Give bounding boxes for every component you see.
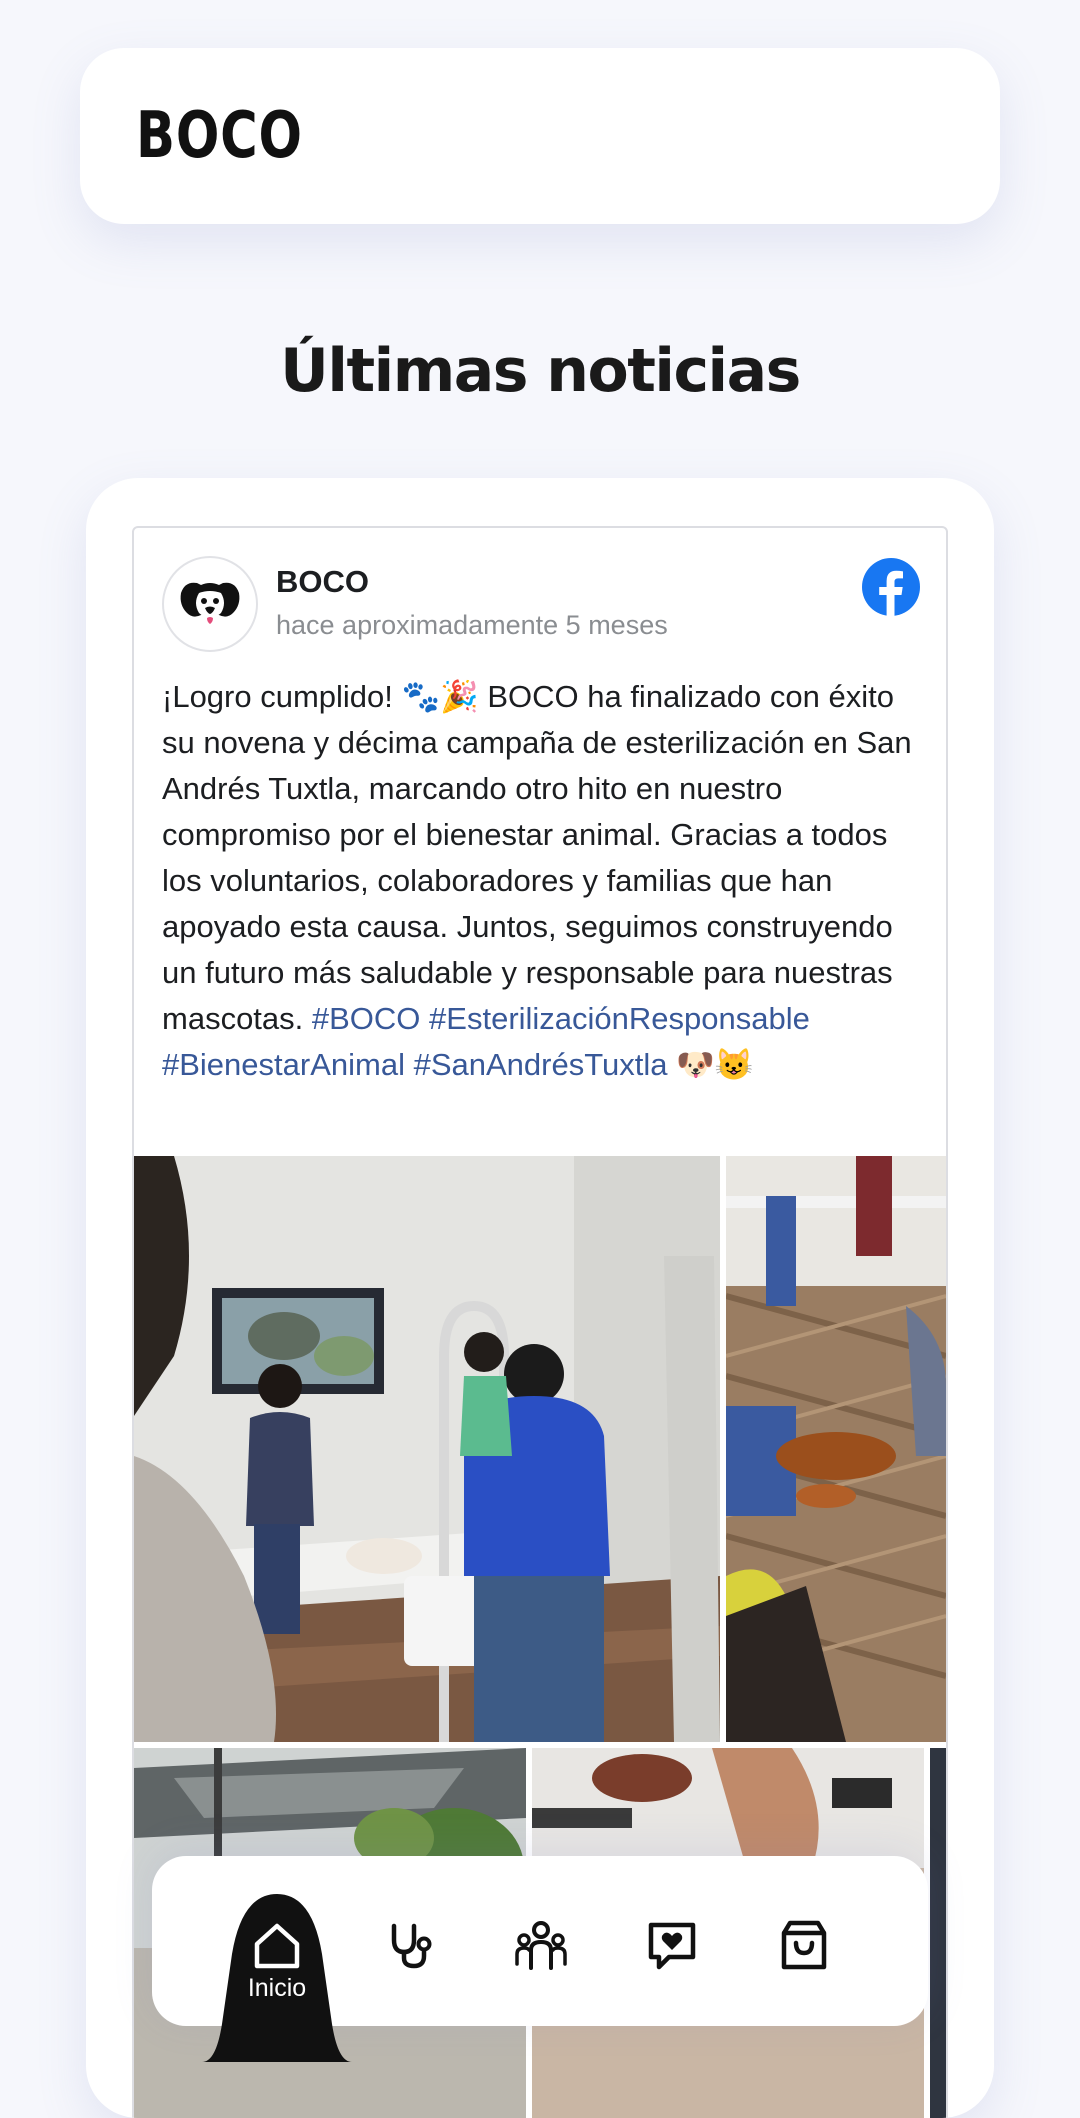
dog-logo-icon: [180, 582, 240, 624]
section-title: Últimas noticias: [280, 336, 801, 406]
hashtag-link[interactable]: #SanAndrésTuxtla: [414, 1047, 668, 1082]
post-emoji: 🐶😺: [676, 1047, 754, 1082]
post-author[interactable]: BOCO: [276, 564, 369, 600]
bottom-nav: Inicio: [152, 1856, 928, 2062]
nav-vet[interactable]: [370, 1906, 450, 1986]
facebook-icon[interactable]: [862, 558, 920, 616]
post-text: ¡Logro cumplido! 🐾🎉 BOCO ha finalizado c…: [162, 674, 932, 1088]
nav-community[interactable]: [501, 1906, 581, 1986]
avatar[interactable]: [162, 556, 258, 652]
post-timestamp[interactable]: hace aproximadamente 5 meses: [276, 610, 668, 641]
heart-message-icon: [648, 1922, 696, 1970]
brand-logo-text[interactable]: BOCO: [136, 99, 303, 173]
nav-messages[interactable]: [632, 1906, 712, 1986]
hashtag-link[interactable]: #BOCO: [312, 1001, 421, 1036]
community-icon: [515, 1921, 567, 1970]
post-photo[interactable]: [134, 1156, 720, 1742]
post-photo[interactable]: [726, 1156, 946, 1742]
post-photo[interactable]: [930, 1748, 946, 2118]
shopping-bag-icon: [781, 1920, 827, 1970]
hashtag-link[interactable]: #EsterilizaciónResponsable: [429, 1001, 810, 1036]
nav-shop[interactable]: [764, 1906, 844, 1986]
hashtag-link[interactable]: #BienestarAnimal: [162, 1047, 405, 1082]
nav-home-label[interactable]: Inicio: [207, 1974, 347, 2003]
post-body: ¡Logro cumplido! 🐾🎉 BOCO ha finalizado c…: [162, 679, 912, 1036]
home-icon: [254, 1923, 300, 1969]
stethoscope-icon: [391, 1923, 432, 1969]
header-card: BOCO: [80, 48, 1000, 224]
